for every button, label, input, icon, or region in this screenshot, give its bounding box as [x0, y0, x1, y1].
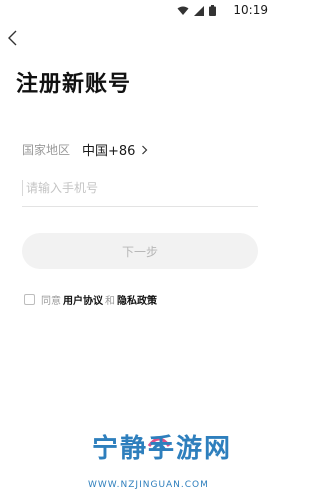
status-icons — [177, 5, 216, 16]
watermark-brand: 宁静手游网 — [92, 434, 233, 464]
user-agreement-link[interactable]: 用户协议 — [63, 292, 103, 307]
privacy-policy-link[interactable]: 隐私政策 — [117, 292, 157, 307]
agreement-prefix: 同意 — [41, 296, 61, 307]
agreement-checkbox[interactable] — [24, 294, 35, 305]
text-caret — [22, 180, 23, 196]
battery-icon — [209, 5, 216, 16]
next-button[interactable]: 下一步 — [22, 233, 258, 269]
back-arrow-icon — [8, 30, 17, 46]
agreement-row: 同意 用户协议 和 隐私政策 — [24, 292, 159, 307]
page-title: 注册新账号 — [16, 72, 132, 97]
back-button[interactable] — [4, 28, 22, 48]
signal-icon — [194, 5, 204, 16]
phone-input[interactable] — [26, 176, 254, 200]
region-label: 国家地区 — [22, 143, 71, 157]
wifi-icon — [177, 6, 189, 15]
status-bar: 10:19 — [0, 0, 280, 22]
phone-field — [22, 170, 258, 207]
region-value: 中国+86 — [82, 144, 136, 159]
chevron-right-icon — [142, 145, 148, 154]
agreement-and: 和 — [105, 296, 115, 307]
region-selector[interactable]: 中国+86 — [82, 140, 148, 159]
status-time: 10:19 — [233, 3, 268, 17]
watermark-url: WWW.NZJINGUAN.COM — [88, 480, 209, 490]
